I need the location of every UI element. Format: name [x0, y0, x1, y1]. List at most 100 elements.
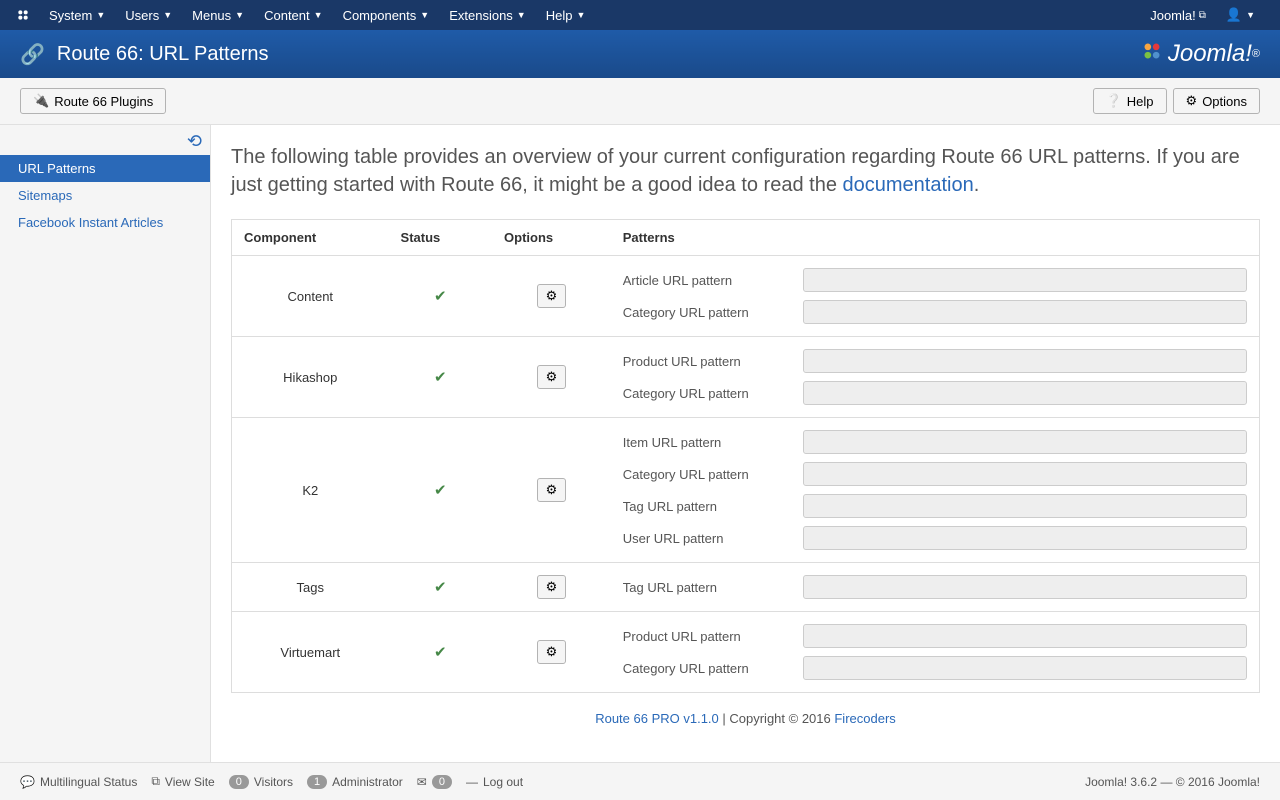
page-header: 🔗 Route 66: URL Patterns Joomla!® [0, 30, 1280, 78]
patterns-cell: Product URL pattern Category URL pattern [611, 337, 1260, 418]
check-icon: ✔ [434, 482, 447, 499]
patterns-cell: Article URL patternCategory URL pattern [611, 256, 1260, 337]
topnav-user-menu[interactable]: 👤▼ [1216, 0, 1265, 30]
user-icon: 👤 [1226, 7, 1242, 23]
table-row: Content✔ ⚙ Article URL patternCategory URL… [232, 256, 1260, 337]
plug-icon: 🔌 [33, 93, 49, 109]
multilingual-status[interactable]: 💬 Multilingual Status [20, 775, 137, 789]
table-row: K2 ✔ ⚙ Item URL pattern Category URL pattern… [232, 418, 1260, 563]
pattern-input[interactable] [803, 494, 1247, 518]
view-site-link[interactable]: ⧉ View Site [151, 774, 214, 789]
pattern-label: Category URL pattern [623, 467, 803, 482]
logout-link[interactable]: — Log out [466, 775, 523, 789]
row-options-button[interactable]: ⚙ [537, 365, 567, 389]
intro-text: The following table provides an overview… [231, 143, 1260, 199]
messages-count[interactable]: ✉ 0 [417, 775, 452, 789]
status-cell: ✔ [389, 337, 492, 418]
table-row: Virtuemart✔⚙Product URL patternCategory … [232, 612, 1260, 693]
top-admin-nav: System▼Users▼Menus▼Content▼Components▼Ex… [0, 0, 1280, 30]
sidebar: ⟲ URL PatternsSitemapsFacebook Instant A… [0, 125, 211, 763]
row-options-button[interactable]: ⚙ [537, 478, 567, 502]
visitors-count[interactable]: 0 Visitors [229, 775, 293, 789]
gear-icon: ⚙ [546, 482, 558, 497]
component-cell: Tags [232, 563, 389, 612]
pattern-input[interactable] [803, 430, 1247, 454]
sidebar-item-facebook-instant-articles[interactable]: Facebook Instant Articles [0, 209, 210, 236]
topnav-help[interactable]: Help▼ [536, 0, 596, 30]
table-header: Component [232, 220, 389, 256]
status-cell: ✔ [389, 612, 492, 693]
credits: Route 66 PRO v1.1.0 | Copyright © 2016 F… [231, 693, 1260, 744]
pattern-label: Product URL pattern [623, 354, 803, 369]
topnav-extensions[interactable]: Extensions▼ [439, 0, 536, 30]
pattern-label: Product URL pattern [623, 629, 803, 644]
table-header: Status [389, 220, 492, 256]
status-cell: ✔ [389, 418, 492, 563]
pattern-label: Category URL pattern [623, 661, 803, 676]
topnav-components[interactable]: Components▼ [333, 0, 440, 30]
joomla-icon [15, 7, 31, 23]
topnav-system[interactable]: System▼ [39, 0, 115, 30]
pattern-input[interactable] [803, 575, 1247, 599]
row-options-button[interactable]: ⚙ [537, 640, 567, 664]
pattern-input[interactable] [803, 462, 1247, 486]
component-cell: K2 [232, 418, 389, 563]
patterns-cell: Tag URL pattern [611, 563, 1260, 612]
status-cell: ✔ [389, 256, 492, 337]
options-cell: ⚙ [492, 612, 611, 693]
gear-icon: ⚙ [546, 644, 558, 659]
row-options-button[interactable]: ⚙ [537, 575, 567, 599]
pattern-input[interactable] [803, 656, 1247, 680]
component-cell: Content [232, 256, 389, 337]
help-button[interactable]: ❔ Help [1093, 88, 1167, 114]
options-cell: ⚙ [492, 256, 611, 337]
status-version: Joomla! 3.6.2 — © 2016 Joomla! [1085, 775, 1260, 789]
topnav-content[interactable]: Content▼ [254, 0, 332, 30]
gear-icon: ⚙ [546, 579, 558, 594]
content-area: The following table provides an overview… [211, 125, 1280, 763]
pattern-label: User URL pattern [623, 531, 803, 546]
options-cell: ⚙ [492, 563, 611, 612]
table-header: Patterns [611, 220, 1260, 256]
company-link[interactable]: Firecoders [834, 711, 895, 726]
pattern-label: Tag URL pattern [623, 580, 803, 595]
check-icon: ✔ [434, 369, 447, 386]
options-button[interactable]: ⚙ Options [1173, 88, 1260, 114]
link-icon: 🔗 [20, 42, 45, 67]
joomla-logo-icon [1142, 40, 1162, 68]
pattern-label: Tag URL pattern [623, 499, 803, 514]
topnav-menus[interactable]: Menus▼ [182, 0, 254, 30]
component-cell: Hikashop [232, 337, 389, 418]
table-header: Options [492, 220, 611, 256]
options-cell: ⚙ [492, 418, 611, 563]
pattern-input[interactable] [803, 526, 1247, 550]
gear-icon: ⚙ [1186, 93, 1198, 109]
pattern-label: Category URL pattern [623, 305, 803, 320]
sidebar-item-url-patterns[interactable]: URL Patterns [0, 155, 210, 182]
topnav-site-link[interactable]: Joomla!⧉ [1140, 0, 1216, 30]
topnav-users[interactable]: Users▼ [115, 0, 182, 30]
pattern-input[interactable] [803, 381, 1247, 405]
patterns-cell: Product URL pattern Category URL pattern [611, 612, 1260, 693]
external-link-icon: ⧉ [151, 774, 160, 789]
admin-count[interactable]: 1 Administrator [307, 775, 403, 789]
sidebar-item-sitemaps[interactable]: Sitemaps [0, 182, 210, 209]
pattern-input[interactable] [803, 268, 1247, 292]
plugins-button[interactable]: 🔌 Route 66 Plugins [20, 88, 166, 114]
sidebar-collapse-icon[interactable]: ⟲ [187, 131, 202, 152]
documentation-link[interactable]: documentation [843, 174, 974, 196]
row-options-button[interactable]: ⚙ [537, 284, 567, 308]
envelope-icon: ✉ [417, 775, 427, 789]
patterns-cell: Item URL pattern Category URL pattern Tag … [611, 418, 1260, 563]
external-link-icon: ⧉ [1199, 10, 1206, 21]
page-title: 🔗 Route 66: URL Patterns [20, 42, 269, 67]
product-link[interactable]: Route 66 PRO v1.1.0 [595, 711, 719, 726]
table-row: Hikashop ✔ ⚙ Product URL pattern Category UR… [232, 337, 1260, 418]
pattern-label: Category URL pattern [623, 386, 803, 401]
pattern-input[interactable] [803, 624, 1247, 648]
gear-icon: ⚙ [546, 369, 558, 384]
pattern-label: Item URL pattern [623, 435, 803, 450]
status-bar: 💬 Multilingual Status ⧉ View Site 0 Visi… [0, 762, 1280, 800]
pattern-input[interactable] [803, 300, 1247, 324]
pattern-input[interactable] [803, 349, 1247, 373]
